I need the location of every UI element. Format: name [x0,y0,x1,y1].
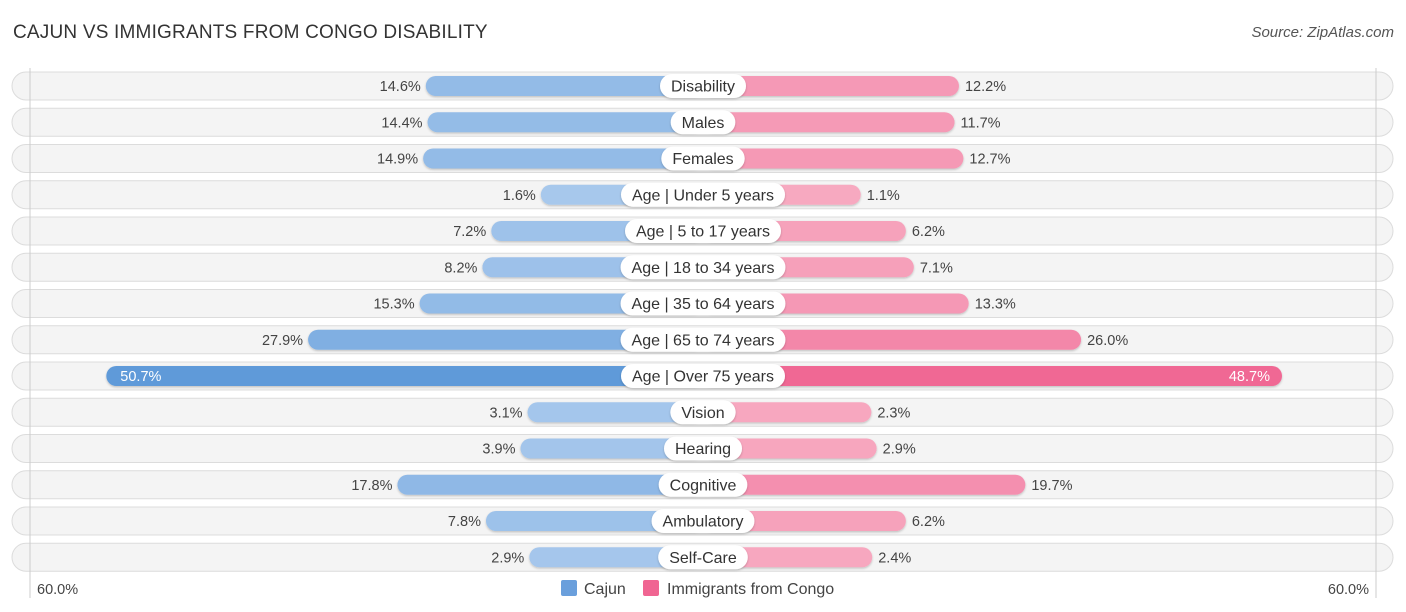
legend: Cajun Immigrants from Congo [561,580,834,598]
axis-label-right: 60.0% [1328,582,1369,598]
category-label-age-18-to-34-years: Age | 18 to 34 years [632,260,775,277]
bar-group-disability: 14.6% 12.2% Disability [380,74,1006,98]
value-congo-age-18-to-34-years: 7.1% [920,260,953,276]
bar-group-vision: 3.1% 2.3% Vision [490,400,911,425]
value-congo-vision: 2.3% [877,405,910,421]
chart-area: 14.6% 12.2% Disability 14.4% 11.7% Males 14.9%… [11,68,1394,598]
value-congo-self-care: 2.4% [878,550,911,566]
legend-label-congo: Immigrants from Congo [667,581,834,598]
bar-group-age-5-to-17-years: 7.2% 6.2% Age | 5 to 17 years [453,219,945,243]
bar-congo-cognitive [703,474,1026,495]
category-label-self-care: Self-Care [669,550,737,567]
category-label-females: Females [672,151,733,168]
value-congo-age-over-75-years: 48.7% [1229,369,1270,385]
bar-group-males: 14.4% 11.7% Males [381,110,1001,135]
bar-cajun-females [423,148,703,169]
bar-group-ambulatory: 7.8% 6.2% Ambulatory [448,509,945,533]
value-cajun-females: 14.9% [377,152,418,168]
category-label-vision: Vision [681,405,724,422]
value-congo-cognitive: 19.7% [1031,478,1072,494]
category-label-age-35-to-64-years: Age | 35 to 64 years [632,296,775,313]
bar-group-cognitive: 17.8% 19.7% Cognitive [351,472,1073,497]
legend-label-cajun: Cajun [584,581,626,598]
legend-swatch-cajun [561,580,577,596]
value-congo-age-35-to-64-years: 13.3% [975,297,1016,313]
bar-group-age-over-75-years: 50.7% 48.7% Age | Over 75 years [106,364,1282,388]
bar-group-females: 14.9% 12.7% Females [377,146,1011,171]
value-cajun-age-5-to-17-years: 7.2% [453,224,486,240]
value-cajun-self-care: 2.9% [491,550,524,566]
value-cajun-age-65-to-74-years: 27.9% [262,333,303,349]
value-congo-age-5-to-17-years: 6.2% [912,224,945,240]
value-cajun-hearing: 3.9% [482,442,515,458]
value-cajun-age-over-75-years: 50.7% [120,369,161,385]
value-cajun-ambulatory: 7.8% [448,514,481,530]
bar-group-age-35-to-64-years: 15.3% 13.3% Age | 35 to 64 years [373,291,1016,316]
category-label-age-65-to-74-years: Age | 65 to 74 years [632,332,775,349]
bar-congo-age-over-75-years [703,366,1282,386]
bar-cajun-cognitive [397,474,703,495]
axis-label-left: 60.0% [37,582,78,598]
category-label-males: Males [682,115,725,132]
value-cajun-cognitive: 17.8% [351,478,392,494]
category-label-age-over-75-years: Age | Over 75 years [632,369,774,386]
value-congo-disability: 12.2% [965,79,1006,95]
bar-group-age-18-to-34-years: 8.2% 7.1% Age | 18 to 34 years [444,255,953,280]
value-cajun-vision: 3.1% [490,405,523,421]
bar-cajun-males [427,112,703,133]
bar-group-age-under-5-years: 1.6% 1.1% Age | Under 5 years [503,182,900,207]
bar-group-self-care: 2.9% 2.4% Self-Care [491,545,911,570]
value-congo-ambulatory: 6.2% [912,514,945,530]
value-congo-males: 11.7% [961,115,1001,131]
value-congo-hearing: 2.9% [883,442,916,458]
value-congo-age-65-to-74-years: 26.0% [1087,333,1128,349]
value-congo-age-under-5-years: 1.1% [867,188,900,204]
value-cajun-age-18-to-34-years: 8.2% [444,260,477,276]
value-cajun-disability: 14.6% [380,79,421,95]
category-label-hearing: Hearing [675,441,731,458]
bar-cajun-age-over-75-years [106,366,704,386]
bar-group-hearing: 3.9% 2.9% Hearing [482,436,916,461]
category-label-ambulatory: Ambulatory [663,514,744,531]
legend-swatch-congo [643,580,659,596]
value-cajun-males: 14.4% [381,115,422,131]
category-label-age-under-5-years: Age | Under 5 years [632,187,774,204]
value-cajun-age-35-to-64-years: 15.3% [373,297,414,313]
value-congo-females: 12.7% [969,152,1010,168]
value-cajun-age-under-5-years: 1.6% [503,188,536,204]
category-label-disability: Disability [671,79,735,96]
bar-group-age-65-to-74-years: 27.9% 26.0% Age | 65 to 74 years [262,327,1128,352]
category-label-cognitive: Cognitive [670,477,737,494]
bar-congo-males [703,112,955,133]
category-label-age-5-to-17-years: Age | 5 to 17 years [636,224,770,241]
